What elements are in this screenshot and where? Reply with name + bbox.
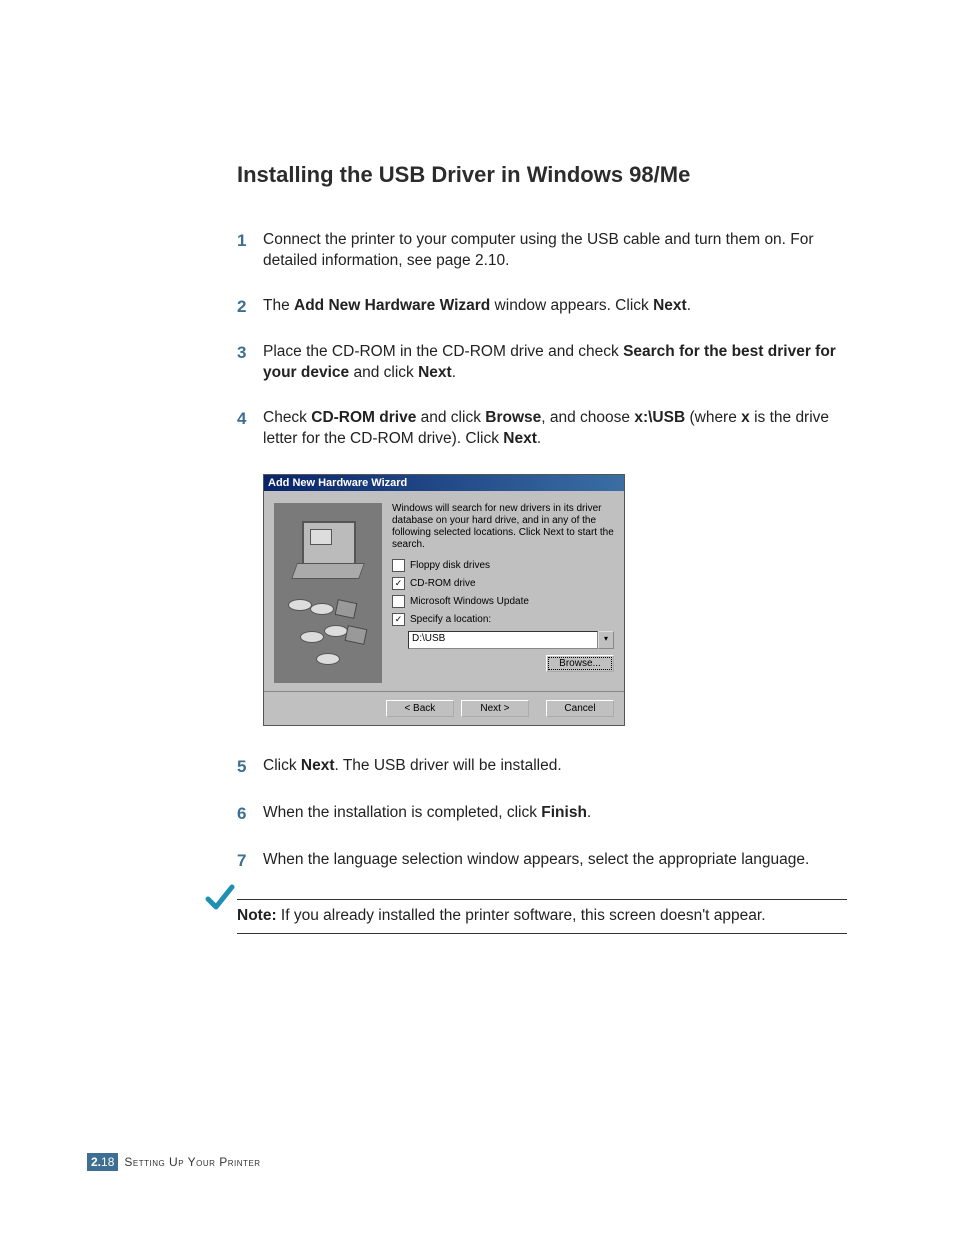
section-heading: Installing the USB Driver in Windows 98/…: [237, 160, 847, 190]
text: The: [263, 297, 294, 314]
note-label: Note:: [237, 907, 277, 924]
text: Click: [263, 757, 301, 774]
note-text: If you already installed the printer sof…: [277, 907, 766, 924]
step-number: 1: [237, 230, 263, 253]
next-button[interactable]: Next >: [461, 700, 529, 717]
step-body: Click Next. The USB driver will be insta…: [263, 756, 847, 777]
bold-text: Add New Hardware Wizard: [294, 297, 490, 314]
wizard-dialog: Add New Hardware Wizard Windows will sea…: [263, 474, 625, 726]
bold-text: Browse: [485, 409, 541, 426]
text: , and choose: [541, 409, 634, 426]
step-number: 4: [237, 408, 263, 431]
bold-text: Next: [301, 757, 335, 774]
text: window appears. Click: [490, 297, 653, 314]
step-body: Connect the printer to your computer usi…: [263, 230, 847, 272]
bold-text: Next: [418, 364, 452, 381]
step-5: 5 Click Next. The USB driver will be ins…: [237, 756, 847, 779]
checkbox-label: Microsoft Windows Update: [410, 596, 529, 607]
text: Check: [263, 409, 311, 426]
chapter-number: 2.: [91, 1155, 101, 1169]
step-6: 6 When the installation is completed, cl…: [237, 803, 847, 826]
checkbox-winupdate[interactable]: Microsoft Windows Update: [392, 595, 614, 608]
step-body: When the language selection window appea…: [263, 850, 847, 871]
step-1: 1 Connect the printer to your computer u…: [237, 230, 847, 272]
step-7: 7 When the language selection window app…: [237, 850, 847, 873]
wizard-illustration: [274, 503, 382, 683]
note-block: Note: If you already installed the print…: [87, 899, 847, 934]
page-footer: 2.18 Setting Up Your Printer: [87, 1153, 261, 1171]
checkbox-location[interactable]: Specify a location:: [392, 613, 614, 626]
step-number: 3: [237, 342, 263, 365]
text: .: [537, 430, 541, 447]
text: .: [687, 297, 691, 314]
checkbox-icon: [392, 559, 405, 572]
wizard-titlebar: Add New Hardware Wizard: [264, 475, 624, 491]
step-number: 5: [237, 756, 263, 779]
text: .: [452, 364, 456, 381]
text: Place the CD-ROM in the CD-ROM drive and…: [263, 343, 623, 360]
text: .: [587, 804, 591, 821]
step-body: Place the CD-ROM in the CD-ROM drive and…: [263, 342, 847, 384]
checkbox-label: Floppy disk drives: [410, 560, 490, 571]
step-3: 3 Place the CD-ROM in the CD-ROM drive a…: [237, 342, 847, 384]
text: When the installation is completed, clic…: [263, 804, 541, 821]
text: . The USB driver will be installed.: [335, 757, 562, 774]
bold-text: x:\USB: [634, 409, 685, 426]
bold-text: Finish: [541, 804, 587, 821]
checkbox-floppy[interactable]: Floppy disk drives: [392, 559, 614, 572]
location-input[interactable]: D:\USB: [408, 631, 598, 649]
page-number-badge: 2.18: [87, 1153, 118, 1171]
step-number: 2: [237, 296, 263, 319]
page-number: 18: [101, 1155, 114, 1169]
checkbox-label: Specify a location:: [410, 614, 491, 625]
step-number: 6: [237, 803, 263, 826]
bold-text: x: [741, 409, 750, 426]
step-4: 4 Check CD-ROM drive and click Browse, a…: [237, 408, 847, 450]
bold-text: Next: [653, 297, 687, 314]
browse-button[interactable]: Browse...: [546, 655, 614, 672]
bold-text: Next: [503, 430, 537, 447]
step-body: The Add New Hardware Wizard window appea…: [263, 296, 847, 317]
checkbox-icon: [392, 595, 405, 608]
text: (where: [685, 409, 741, 426]
checkbox-cdrom[interactable]: CD-ROM drive: [392, 577, 614, 590]
note-check-icon: [205, 883, 235, 913]
back-button[interactable]: < Back: [386, 700, 454, 717]
step-number: 7: [237, 850, 263, 873]
step-body: When the installation is completed, clic…: [263, 803, 847, 824]
checkbox-label: CD-ROM drive: [410, 578, 476, 589]
step-2: 2 The Add New Hardware Wizard window app…: [237, 296, 847, 319]
checkbox-icon: [392, 613, 405, 626]
step-body: Check CD-ROM drive and click Browse, and…: [263, 408, 847, 450]
wizard-intro-text: Windows will search for new drivers in i…: [392, 503, 614, 551]
dropdown-arrow-icon[interactable]: ▾: [598, 631, 614, 649]
bold-text: CD-ROM drive: [311, 409, 416, 426]
checkbox-icon: [392, 577, 405, 590]
cancel-button[interactable]: Cancel: [546, 700, 614, 717]
footer-title: Setting Up Your Printer: [124, 1155, 260, 1169]
text: and click: [416, 409, 485, 426]
text: and click: [349, 364, 418, 381]
